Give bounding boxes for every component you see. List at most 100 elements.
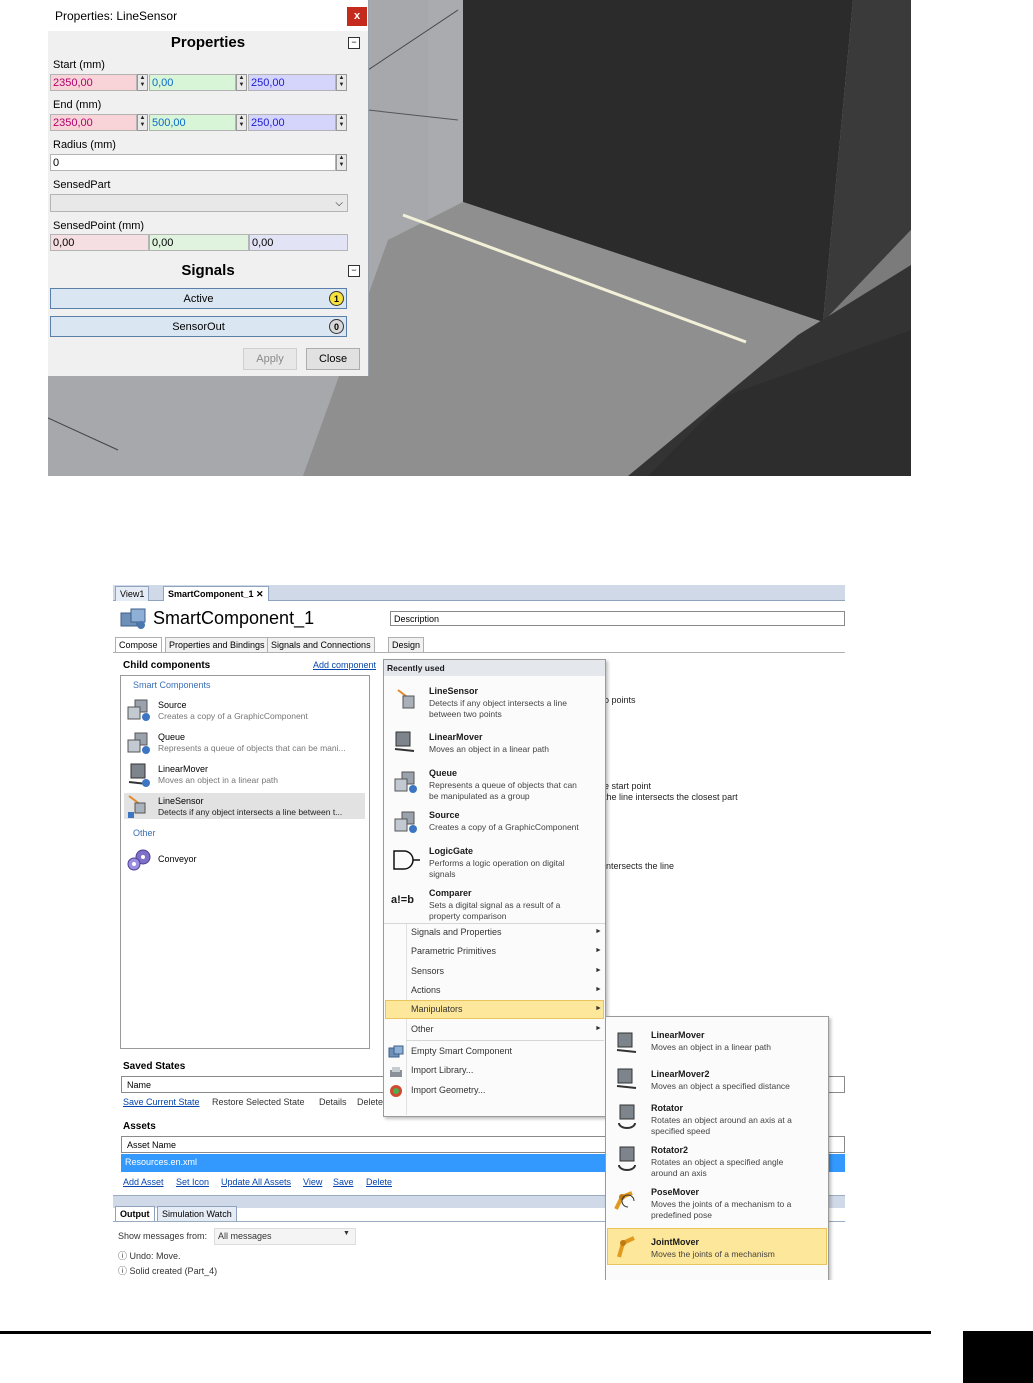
- menu-icon-gutter: [406, 924, 407, 1115]
- recent-logicgate-name[interactable]: LogicGate: [429, 846, 473, 856]
- radius-label: Radius (mm): [53, 139, 116, 151]
- tab-properties-bindings[interactable]: Properties and Bindings: [165, 637, 269, 653]
- signal-active-label: Active: [183, 293, 214, 305]
- child-linearmover-name[interactable]: LinearMover: [158, 764, 208, 774]
- close-button[interactable]: Close: [306, 348, 360, 370]
- description-input[interactable]: Description: [390, 611, 845, 626]
- add-component-link[interactable]: Add component: [313, 660, 376, 670]
- conveyor-gear-icon: [127, 849, 151, 871]
- end-y-spinner[interactable]: ▲ ▼: [236, 114, 247, 131]
- recent-linesensor-name[interactable]: LineSensor: [429, 686, 478, 696]
- queue-icon: [127, 732, 150, 754]
- add-asset-link[interactable]: Add Asset: [123, 1177, 164, 1187]
- recent-logicgate-desc-1: Performs a logic operation on digital: [429, 858, 565, 868]
- delete-asset-link[interactable]: Delete: [366, 1177, 392, 1187]
- start-x-spinner[interactable]: ▲ ▼: [137, 74, 148, 91]
- tab-output[interactable]: Output: [115, 1206, 155, 1221]
- linear-mover-icon: [128, 763, 150, 787]
- chevron-down-icon: ⌵: [335, 198, 343, 209]
- tab-signals-connections[interactable]: Signals and Connections: [267, 637, 375, 653]
- end-x-field[interactable]: 2350,00: [50, 114, 137, 131]
- sensed-point-x: 0,00: [50, 234, 149, 251]
- close-icon[interactable]: x: [347, 7, 367, 26]
- child-source-name[interactable]: Source: [158, 700, 187, 710]
- start-z-spinner[interactable]: ▲ ▼: [336, 74, 347, 91]
- manipulators-submenu: LinearMover Moves an object in a linear …: [605, 1016, 829, 1280]
- tab-view1[interactable]: View1: [115, 586, 150, 601]
- assets-header: Assets: [123, 1121, 156, 1132]
- save-current-state-link[interactable]: Save Current State: [123, 1097, 200, 1107]
- child-linesensor-name[interactable]: LineSensor: [158, 796, 204, 806]
- menu-actions[interactable]: Actions: [411, 985, 441, 995]
- menu-other[interactable]: Other: [411, 1024, 434, 1034]
- collapse-signals-icon[interactable]: −: [348, 265, 360, 277]
- source-icon: [127, 699, 150, 721]
- start-y-spinner[interactable]: ▲ ▼: [236, 74, 247, 91]
- submenu-arrow-icon: ►: [595, 1025, 602, 1032]
- radius-field[interactable]: 0: [50, 154, 336, 171]
- menu-import-geometry[interactable]: Import Geometry...: [411, 1085, 485, 1095]
- details-link[interactable]: Details: [319, 1097, 347, 1107]
- signal-active-button[interactable]: Active: [50, 288, 347, 309]
- manip-linearmover-name[interactable]: LinearMover: [651, 1030, 705, 1040]
- delete-state-link[interactable]: Delete: [357, 1097, 383, 1107]
- sensed-part-dropdown[interactable]: ⌵: [50, 194, 348, 212]
- line-sensor-icon: [128, 795, 146, 818]
- view-asset-link[interactable]: View: [303, 1177, 322, 1187]
- signal-active-led-icon: 1: [329, 291, 344, 306]
- menu-manipulators[interactable]: Manipulators: [411, 1004, 463, 1014]
- menu-sensors[interactable]: Sensors: [411, 966, 444, 976]
- manip-posemover-desc-2: predefined pose: [651, 1210, 712, 1220]
- end-z-field[interactable]: 250,00: [248, 114, 336, 131]
- show-messages-dropdown[interactable]: All messages ▼: [214, 1228, 356, 1245]
- manip-rotator2-name[interactable]: Rotator2: [651, 1145, 688, 1155]
- tab-compose[interactable]: Compose: [115, 637, 162, 653]
- rotator-icon: [618, 1104, 636, 1129]
- save-asset-link[interactable]: Save: [333, 1177, 354, 1187]
- recent-source-desc: Creates a copy of a GraphicComponent: [429, 822, 579, 832]
- restore-selected-state-link[interactable]: Restore Selected State: [212, 1097, 305, 1107]
- manip-rotator2-desc-1: Rotates an object a specified angle: [651, 1157, 784, 1167]
- start-x-field[interactable]: 2350,00: [50, 74, 137, 91]
- start-label: Start (mm): [53, 59, 105, 71]
- sensed-part-label: SensedPart: [53, 179, 111, 191]
- menu-separator: [384, 923, 605, 924]
- start-y-field[interactable]: 0,00: [149, 74, 236, 91]
- page-title: SmartComponent_1: [153, 608, 315, 628]
- child-conveyor-name[interactable]: Conveyor: [158, 854, 197, 864]
- set-icon-link[interactable]: Set Icon: [176, 1177, 209, 1187]
- recent-comparer-desc-1: Sets a digital signal as a result of a: [429, 900, 561, 910]
- recent-queue-name[interactable]: Queue: [429, 768, 457, 778]
- menu-signals-and-properties[interactable]: Signals and Properties: [411, 927, 502, 937]
- end-x-spinner[interactable]: ▲ ▼: [137, 114, 148, 131]
- info-icon: ⓘ: [118, 1266, 128, 1276]
- source-icon: [394, 811, 417, 833]
- signal-sensorout-button[interactable]: SensorOut: [50, 316, 347, 337]
- manip-rotator2-desc-2: around an axis: [651, 1168, 707, 1178]
- tab-smartcomponent-1[interactable]: SmartComponent_1 ✕: [163, 586, 269, 601]
- radius-spinner[interactable]: ▲ ▼: [336, 154, 347, 171]
- apply-button[interactable]: Apply: [243, 348, 297, 370]
- menu-empty-smart-component[interactable]: Empty Smart Component: [411, 1046, 512, 1056]
- child-components-list[interactable]: Smart Components Source Creates a copy o…: [120, 675, 370, 1049]
- tab-simulation-watch[interactable]: Simulation Watch: [157, 1206, 237, 1221]
- update-all-assets-link[interactable]: Update All Assets: [221, 1177, 291, 1187]
- end-z-spinner[interactable]: ▲ ▼: [336, 114, 347, 131]
- info-icon: ⓘ: [118, 1251, 128, 1261]
- recent-linearmover-name[interactable]: LinearMover: [429, 732, 483, 742]
- manip-jointmover-name[interactable]: JointMover: [651, 1237, 699, 1247]
- close-tab-icon[interactable]: ✕: [256, 589, 264, 599]
- recent-comparer-name[interactable]: Comparer: [429, 888, 472, 898]
- manip-rotator-name[interactable]: Rotator: [651, 1103, 683, 1113]
- recent-source-name[interactable]: Source: [429, 810, 460, 820]
- manip-linearmover2-name[interactable]: LinearMover2: [651, 1069, 710, 1079]
- child-queue-name[interactable]: Queue: [158, 732, 185, 742]
- properties-window: Properties: LineSensor x Properties − St…: [48, 0, 369, 376]
- start-z-field[interactable]: 250,00: [248, 74, 336, 91]
- menu-parametric-primitives[interactable]: Parametric Primitives: [411, 946, 496, 956]
- tab-design[interactable]: Design: [388, 637, 425, 653]
- end-y-field[interactable]: 500,00: [149, 114, 236, 131]
- menu-import-library[interactable]: Import Library...: [411, 1065, 473, 1075]
- collapse-properties-icon[interactable]: −: [348, 37, 360, 49]
- manip-posemover-name[interactable]: PoseMover: [651, 1187, 699, 1197]
